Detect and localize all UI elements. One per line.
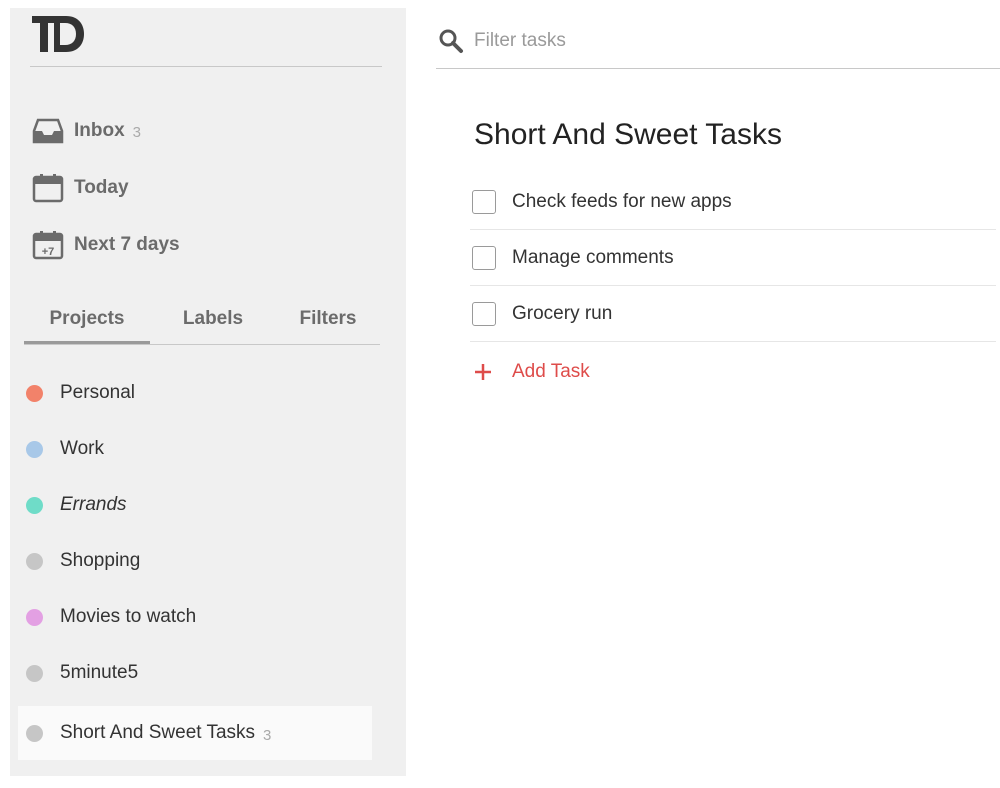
tab-projects[interactable]: Projects [24, 304, 150, 344]
add-task-button[interactable]: Add Task [470, 352, 590, 392]
nav-today[interactable]: Today [32, 173, 129, 203]
sidebar-tabs: Projects Labels Filters [24, 304, 380, 348]
calendar-icon [32, 173, 64, 203]
tab-labels[interactable]: Labels [150, 304, 276, 344]
project-item-5minute5[interactable]: 5minute5 [24, 650, 374, 696]
task-row: Check feeds for new apps [470, 174, 996, 230]
project-label: Shopping [60, 550, 141, 571]
project-label: Personal [60, 382, 135, 403]
project-label: Errands [60, 494, 127, 515]
search-icon[interactable] [438, 28, 464, 54]
add-task-label: Add Task [512, 361, 590, 382]
inbox-icon [32, 116, 64, 146]
task-checkbox[interactable] [472, 245, 496, 270]
project-color-dot [26, 608, 43, 626]
nav-inbox[interactable]: Inbox 3 [32, 116, 141, 146]
nav-today-label: Today [74, 177, 129, 198]
logo-divider [30, 66, 382, 67]
logo-icon [32, 16, 84, 52]
plus-icon [472, 361, 494, 383]
tab-filters[interactable]: Filters [276, 304, 380, 344]
project-color-dot [26, 552, 43, 570]
project-label: Work [60, 438, 104, 459]
project-item-shopping[interactable]: Shopping [24, 538, 374, 584]
task-row: Manage comments [470, 230, 996, 286]
filter-tasks-input[interactable] [474, 26, 974, 56]
project-item-personal[interactable]: Personal [24, 370, 374, 416]
nav-inbox-label: Inbox [74, 120, 125, 141]
task-row: Grocery run [470, 286, 996, 342]
project-color-dot [26, 440, 43, 458]
task-checkbox[interactable] [472, 189, 496, 214]
tabs-divider [24, 344, 380, 345]
project-item-short-and-sweet-tasks[interactable]: Short And Sweet Tasks 3 [18, 706, 372, 760]
project-item-errands[interactable]: Errands [24, 482, 374, 528]
nav-next-7-days-label: Next 7 days [74, 234, 180, 255]
project-item-movies-to-watch[interactable]: Movies to watch [24, 594, 374, 640]
project-color-dot [26, 664, 43, 682]
task-checkbox[interactable] [472, 301, 496, 326]
project-color-dot [26, 384, 43, 402]
project-task-count: 3 [263, 726, 272, 744]
project-item-work[interactable]: Work [24, 426, 374, 472]
project-label: Short And Sweet Tasks [60, 722, 256, 743]
nav-next-7-days[interactable]: +7 Next 7 days [32, 230, 180, 260]
task-label[interactable]: Grocery run [512, 303, 612, 325]
page-title: Short And Sweet Tasks [474, 118, 782, 151]
search-bar [436, 22, 1000, 70]
nav-inbox-count: 3 [132, 124, 142, 141]
project-color-dot [26, 724, 43, 742]
svg-text:+7: +7 [42, 246, 55, 258]
app-logo[interactable] [30, 12, 86, 58]
calendar-plus-7-icon: +7 [32, 230, 64, 260]
project-color-dot [26, 496, 43, 514]
sidebar: Inbox 3 Today +7 Next 7 days Projects La… [10, 8, 406, 776]
project-label: Movies to watch [60, 606, 197, 627]
task-label[interactable]: Manage comments [512, 247, 674, 269]
search-divider [436, 68, 1000, 69]
task-label[interactable]: Check feeds for new apps [512, 191, 732, 213]
project-label: 5minute5 [60, 662, 139, 683]
